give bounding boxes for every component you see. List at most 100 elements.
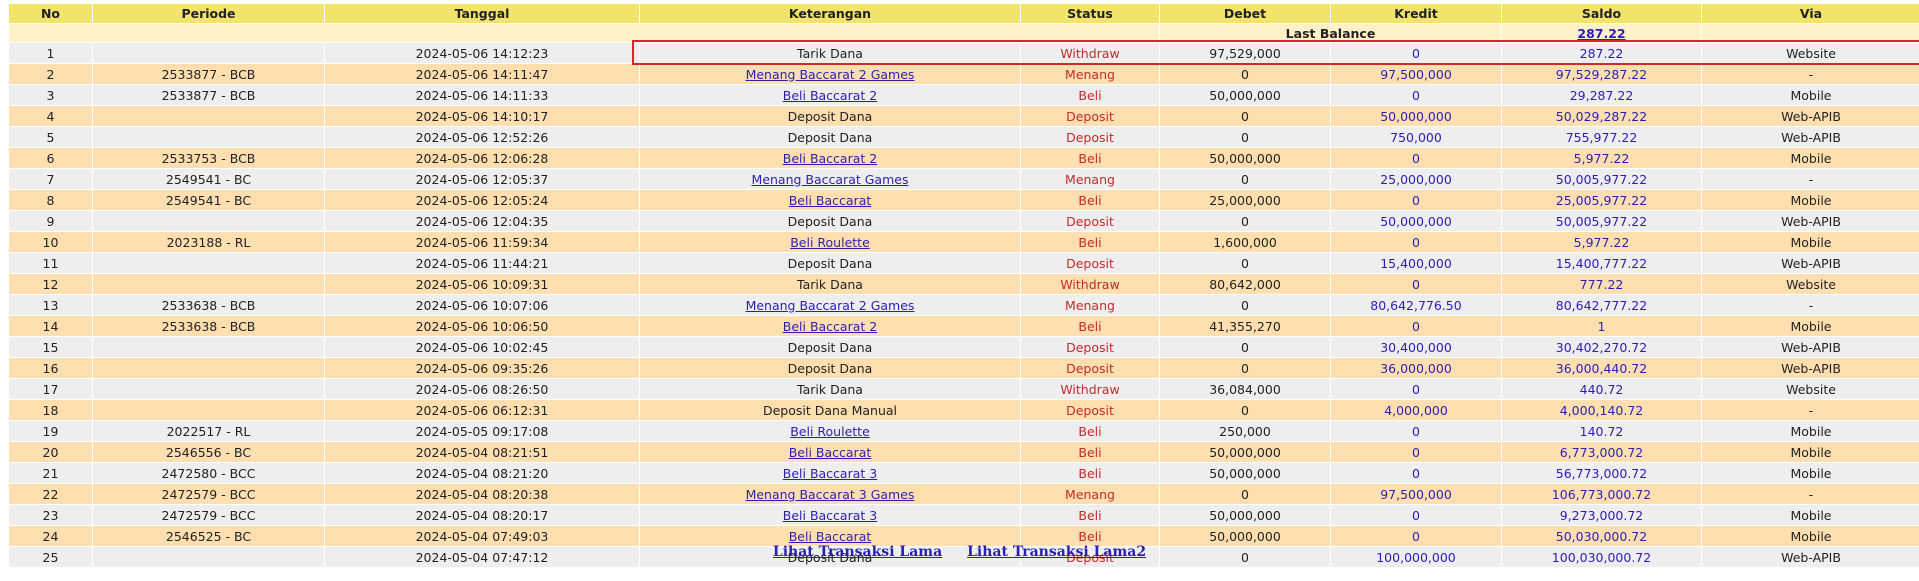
cell-keterangan: Beli Baccarat 2 xyxy=(639,315,1021,337)
cell-status: Beli xyxy=(1020,189,1160,211)
cell-kredit: 97,500,000 xyxy=(1330,483,1502,505)
cell-saldo: 755,977.22 xyxy=(1501,126,1702,148)
transaction-detail-link[interactable]: Beli Baccarat 2 xyxy=(783,151,877,166)
cell-debet: 0 xyxy=(1159,252,1331,274)
transaction-detail-link[interactable]: Menang Baccarat 2 Games xyxy=(746,67,915,82)
transaction-detail-link[interactable]: Menang Baccarat Games xyxy=(752,172,909,187)
table-row: 12 2024-05-06 10:09:31 Tarik Dana Withdraw 8… xyxy=(8,273,1919,295)
cell-periode: 2533753 - BCB xyxy=(92,147,325,169)
table-row: 23 2472579 - BCC 2024-05-04 08:20:17 Beli B… xyxy=(8,504,1919,526)
transaction-detail-link[interactable]: Beli Baccarat xyxy=(789,529,872,544)
cell-via: - xyxy=(1701,483,1919,505)
cell-no: 21 xyxy=(8,462,93,484)
cell-status: Deposit xyxy=(1020,336,1160,358)
cell-no: 18 xyxy=(8,399,93,421)
table-row: 18 2024-05-06 06:12:31 Deposit Dana Manual… xyxy=(8,399,1919,421)
cell-status: Deposit xyxy=(1020,357,1160,379)
table-row: 21 2472580 - BCC 2024-05-04 08:21:20 Beli B… xyxy=(8,462,1919,484)
cell-saldo: 30,402,270.72 xyxy=(1501,336,1702,358)
cell-no: 17 xyxy=(8,378,93,400)
cell-debet: 0 xyxy=(1159,105,1331,127)
cell-periode xyxy=(92,105,325,127)
cell-kredit: 50,000,000 xyxy=(1330,210,1502,232)
cell-status: Menang xyxy=(1020,294,1160,316)
cell-keterangan: Beli Baccarat 3 xyxy=(639,504,1021,526)
table-row: 10 2023188 - RL 2024-05-06 11:59:34 Beli Ro… xyxy=(8,231,1919,253)
cell-kredit: 25,000,000 xyxy=(1330,168,1502,190)
table-row: 17 2024-05-06 08:26:50 Tarik Dana Withdraw 3… xyxy=(8,378,1919,400)
cell-tanggal: 2024-05-06 14:11:47 xyxy=(324,63,640,85)
cell-periode: 2549541 - BC xyxy=(92,189,325,211)
table-row: 20 2546556 - BC 2024-05-04 08:21:51 Beli Ba… xyxy=(8,441,1919,463)
transaction-detail-link[interactable]: Beli Baccarat xyxy=(789,445,872,460)
transaction-detail-link[interactable]: Beli Baccarat 2 xyxy=(783,319,877,334)
cell-saldo: 97,529,287.22 xyxy=(1501,63,1702,85)
cell-keterangan: Deposit Dana xyxy=(639,126,1021,148)
cell-no: 14 xyxy=(8,315,93,337)
transaction-detail-link[interactable]: Beli Roulette xyxy=(790,424,870,439)
table-row: 8 2549541 - BC 2024-05-06 12:05:24 Beli Bac… xyxy=(8,189,1919,211)
cell-periode: 2533638 - BCB xyxy=(92,294,325,316)
transaction-detail-link[interactable]: Menang Baccarat 3 Games xyxy=(746,487,915,502)
cell-saldo: 36,000,440.72 xyxy=(1501,357,1702,379)
cell-periode: 2533877 - BCB xyxy=(92,84,325,106)
cell-debet: 0 xyxy=(1159,483,1331,505)
cell-no: 22 xyxy=(8,483,93,505)
cell-saldo: 5,977.22 xyxy=(1501,147,1702,169)
cell-saldo: 29,287.22 xyxy=(1501,84,1702,106)
table-row: 11 2024-05-06 11:44:21 Deposit Dana Deposit… xyxy=(8,252,1919,274)
cell-tanggal: 2024-05-04 08:20:17 xyxy=(324,504,640,526)
table-row: 1 2024-05-06 14:12:23 Tarik Dana Withdraw 97… xyxy=(8,42,1919,64)
cell-no: 5 xyxy=(8,126,93,148)
cell-via: - xyxy=(1701,399,1919,421)
cell-debet: 97,529,000 xyxy=(1159,42,1331,64)
cell-status: Beli xyxy=(1020,462,1160,484)
cell-tanggal: 2024-05-06 10:07:06 xyxy=(324,294,640,316)
transaction-detail-link[interactable]: Beli Baccarat 3 xyxy=(783,466,877,481)
cell-saldo: 50,029,287.22 xyxy=(1501,105,1702,127)
table-row: 16 2024-05-06 09:35:26 Deposit Dana Deposit… xyxy=(8,357,1919,379)
transaction-detail-link[interactable]: Beli Roulette xyxy=(790,235,870,250)
cell-via: Mobile xyxy=(1701,231,1919,253)
old-transactions-link[interactable]: Lihat Transaksi Lama xyxy=(773,544,942,560)
cell-tanggal: 2024-05-06 12:05:24 xyxy=(324,189,640,211)
cell-periode xyxy=(92,42,325,64)
col-header-no: No xyxy=(8,3,93,24)
transaction-detail-link[interactable]: Beli Baccarat 3 xyxy=(783,508,877,523)
cell-keterangan: Deposit Dana xyxy=(639,105,1021,127)
cell-kredit: 97,500,000 xyxy=(1330,63,1502,85)
cell-status: Menang xyxy=(1020,168,1160,190)
cell-saldo: 106,773,000.72 xyxy=(1501,483,1702,505)
transaction-detail-link[interactable]: Beli Baccarat 2 xyxy=(783,88,877,103)
table-row: 15 2024-05-06 10:02:45 Deposit Dana Deposit… xyxy=(8,336,1919,358)
transaction-detail-link[interactable]: Menang Baccarat 2 Games xyxy=(746,298,915,313)
cell-keterangan: Menang Baccarat 2 Games xyxy=(639,63,1021,85)
cell-status: Beli xyxy=(1020,504,1160,526)
transaction-detail-link[interactable]: Beli Baccarat xyxy=(789,193,872,208)
cell-tanggal: 2024-05-04 08:20:38 xyxy=(324,483,640,505)
cell-debet: 50,000,000 xyxy=(1159,462,1331,484)
cell-kredit: 0 xyxy=(1330,84,1502,106)
cell-debet: 0 xyxy=(1159,357,1331,379)
cell-kredit: 0 xyxy=(1330,441,1502,463)
cell-via: Website xyxy=(1701,42,1919,64)
col-header-periode: Periode xyxy=(92,3,325,24)
cell-no: 9 xyxy=(8,210,93,232)
cell-tanggal: 2024-05-06 14:10:17 xyxy=(324,105,640,127)
cell-no: 3 xyxy=(8,84,93,106)
cell-no: 4 xyxy=(8,105,93,127)
cell-debet: 80,642,000 xyxy=(1159,273,1331,295)
table-row: 4 2024-05-06 14:10:17 Deposit Dana Deposit 0… xyxy=(8,105,1919,127)
cell-periode: 2549541 - BC xyxy=(92,168,325,190)
col-header-status: Status xyxy=(1020,3,1160,24)
cell-saldo: 56,773,000.72 xyxy=(1501,462,1702,484)
cell-via: Website xyxy=(1701,273,1919,295)
cell-debet: 25,000,000 xyxy=(1159,189,1331,211)
old-transactions-2-link[interactable]: Lihat Transaksi Lama2 xyxy=(967,544,1146,560)
col-header-keterangan: Keterangan xyxy=(639,3,1021,24)
cell-no: 6 xyxy=(8,147,93,169)
cell-via: Web-APIB xyxy=(1701,357,1919,379)
cell-no: 1 xyxy=(8,42,93,64)
cell-kredit: 0 xyxy=(1330,504,1502,526)
cell-debet: 36,084,000 xyxy=(1159,378,1331,400)
